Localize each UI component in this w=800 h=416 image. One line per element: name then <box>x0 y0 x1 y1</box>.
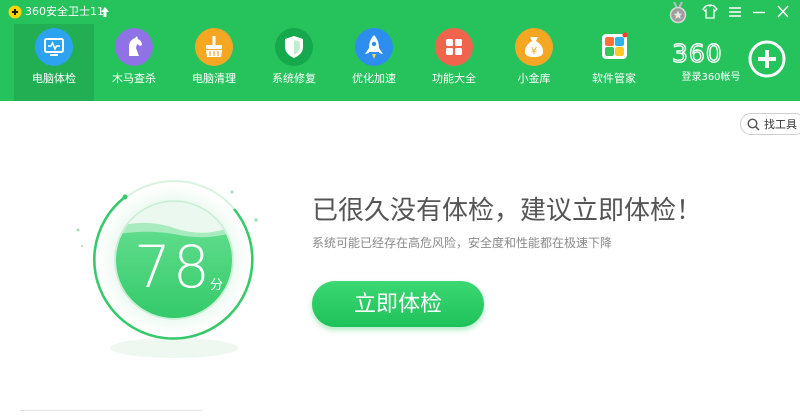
rocket-icon <box>355 28 393 66</box>
start-checkup-button[interactable]: 立即体检 <box>312 281 484 327</box>
brand-text: 360 <box>672 40 723 66</box>
nav-label: 优化加速 <box>352 72 396 85</box>
broom-icon <box>195 28 233 66</box>
app-title: 360安全卫士11 <box>25 5 104 18</box>
add-icon[interactable] <box>748 40 786 78</box>
close-icon[interactable] <box>773 3 793 21</box>
main-nav: 电脑体检 木马查杀 电脑清理 系统修复 优化加速 功能大全 ¥ 小金库 软件管家 <box>14 24 654 101</box>
top-banner: 360安全卫士11 电脑体检 木马查杀 电脑清理 系统修复 优化加速 功能大全 … <box>0 0 800 101</box>
search-icon <box>747 118 760 131</box>
health-score: 78 <box>134 233 212 301</box>
nav-item-optimize[interactable]: 优化加速 <box>334 24 414 101</box>
grid-icon <box>435 28 473 66</box>
nav-label: 小金库 <box>517 72 551 85</box>
nav-label: 木马查杀 <box>112 72 156 85</box>
gauge-arc-dot <box>122 194 128 200</box>
money-bag-icon: ¥ <box>515 28 553 66</box>
login-link[interactable]: 登录360帐号 <box>676 68 746 83</box>
title-bar: 360安全卫士11 <box>0 0 800 24</box>
upgrade-arrow-icon[interactable] <box>100 6 110 18</box>
skin-icon[interactable] <box>700 3 720 21</box>
nav-item-software-manager[interactable]: 软件管家 <box>574 24 654 101</box>
nav-item-trojan-scan[interactable]: 木马查杀 <box>94 24 174 101</box>
nav-item-small-vault[interactable]: ¥ 小金库 <box>494 24 574 101</box>
nav-item-pc-cleanup[interactable]: 电脑清理 <box>174 24 254 101</box>
find-tool-button[interactable]: 找工具 <box>740 113 800 135</box>
brand-360-logo: 360 <box>672 40 723 66</box>
nav-label: 系统修复 <box>272 72 316 85</box>
shield-icon <box>275 28 313 66</box>
nav-label: 电脑清理 <box>192 72 236 85</box>
risk-description: 系统可能已经存在高危风险，安全度和性能都在极速下降 <box>312 236 613 250</box>
nav-item-pc-checkup[interactable]: 电脑体检 <box>14 24 94 101</box>
nav-item-all-features[interactable]: 功能大全 <box>414 24 494 101</box>
checkup-headline: 已很久没有体检，建议立即体检！ <box>312 196 703 226</box>
nav-label: 电脑体检 <box>32 72 76 85</box>
svg-text:¥: ¥ <box>531 46 537 57</box>
nav-item-system-repair[interactable]: 系统修复 <box>254 24 334 101</box>
find-tool-label: 找工具 <box>764 118 797 131</box>
minimize-icon[interactable] <box>749 3 769 21</box>
menu-icon[interactable] <box>725 3 745 21</box>
horse-icon <box>115 28 153 66</box>
360-logo-icon <box>8 5 22 19</box>
nav-label: 软件管家 <box>592 72 636 85</box>
nav-label: 功能大全 <box>432 72 476 85</box>
software-manager-icon <box>595 28 633 66</box>
divider <box>20 410 202 411</box>
start-checkup-label: 立即体检 <box>353 291 442 316</box>
medal-icon[interactable] <box>668 2 688 24</box>
score-unit: 分 <box>210 278 224 293</box>
monitor-check-icon <box>35 28 73 66</box>
